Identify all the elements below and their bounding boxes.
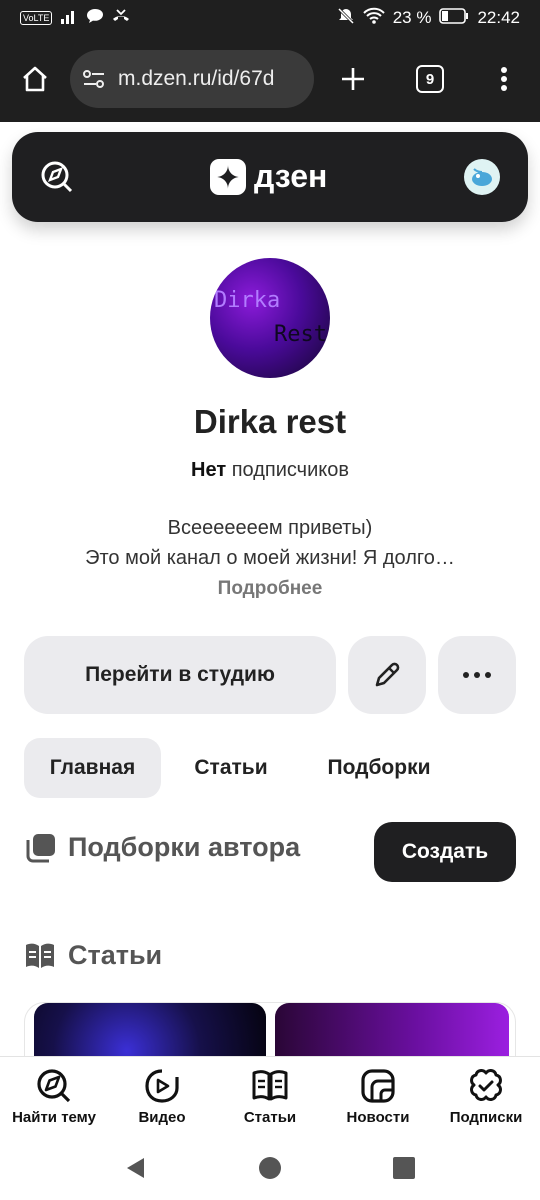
nav-label: Статьи bbox=[243, 1109, 297, 1126]
back-icon[interactable] bbox=[124, 1156, 148, 1180]
nav-news[interactable]: Новости bbox=[324, 1057, 432, 1136]
nav-find-topic[interactable]: Найти тему bbox=[0, 1057, 108, 1136]
more-options-button[interactable] bbox=[438, 636, 516, 714]
description-line-2: Это мой канал о моей жизни! Я долго… bbox=[85, 547, 455, 569]
collections-icon bbox=[24, 833, 56, 863]
channel-description: Всееееееем приветы) Это мой канал о моей… bbox=[40, 513, 500, 573]
search-explore-icon[interactable] bbox=[40, 160, 74, 194]
dzen-logo[interactable]: дзен bbox=[210, 158, 327, 195]
pencil-icon bbox=[371, 659, 403, 691]
bottom-nav: Найти тему Видео Статьи Новости Подписки bbox=[0, 1056, 540, 1136]
nav-video[interactable]: Видео bbox=[108, 1057, 216, 1136]
article-card-image[interactable] bbox=[275, 1003, 509, 1062]
channel-name: Dirka rest bbox=[193, 403, 347, 440]
nav-label: Видео bbox=[138, 1109, 186, 1126]
wifi-icon bbox=[362, 7, 385, 30]
nav-label: Новости bbox=[346, 1109, 410, 1126]
news-icon bbox=[359, 1067, 397, 1105]
site-settings-icon[interactable] bbox=[82, 69, 106, 89]
articles-carousel bbox=[24, 1002, 516, 1062]
nav-subscriptions[interactable]: Подписки bbox=[432, 1057, 540, 1136]
articles-title-text: Статьи bbox=[68, 940, 163, 970]
nav-articles[interactable]: Статьи bbox=[216, 1057, 324, 1136]
address-bar[interactable]: m.dzen.ru/id/67d bbox=[70, 50, 314, 108]
signal-icon bbox=[60, 8, 78, 29]
home-icon[interactable] bbox=[12, 65, 58, 93]
battery-icon bbox=[439, 7, 469, 29]
articles-section-icon bbox=[24, 941, 56, 971]
home-circle-icon[interactable] bbox=[258, 1156, 282, 1180]
logo-text: дзен bbox=[254, 158, 328, 194]
user-avatar[interactable] bbox=[464, 159, 500, 195]
create-button[interactable]: Создать bbox=[374, 822, 516, 882]
tab-main[interactable]: Главная bbox=[24, 738, 161, 798]
edit-button[interactable] bbox=[348, 636, 426, 714]
go-to-studio-button[interactable]: Перейти в студию bbox=[24, 636, 336, 714]
nav-label: Найти тему bbox=[12, 1109, 96, 1126]
tab-articles[interactable]: Статьи bbox=[172, 738, 290, 798]
collections-section-title: Подборки автора bbox=[24, 832, 300, 863]
tabs-button[interactable]: 9 bbox=[416, 65, 444, 93]
subscriptions-icon bbox=[467, 1067, 505, 1105]
clock: 22:42 bbox=[477, 8, 520, 27]
android-nav-bar bbox=[0, 1136, 540, 1200]
articles-icon bbox=[251, 1067, 289, 1105]
more-link[interactable]: Подробнее bbox=[0, 578, 540, 600]
subscriber-count: Нет подписчиков bbox=[0, 459, 540, 482]
nav-label: Подписки bbox=[449, 1109, 523, 1126]
avatar-text-2: Rest bbox=[274, 322, 327, 347]
browser-toolbar: m.dzen.ru/id/67d 9 bbox=[0, 36, 540, 122]
mute-icon bbox=[337, 7, 355, 30]
volte-badge: VoLTE bbox=[20, 11, 53, 25]
avatar-text-1: Dirka bbox=[214, 288, 281, 313]
menu-icon[interactable] bbox=[500, 66, 508, 92]
recents-icon[interactable] bbox=[392, 1156, 416, 1180]
subscriber-count-label: подписчиков bbox=[231, 459, 349, 481]
collections-title-text: Подборки автора bbox=[68, 832, 301, 862]
tab-collections[interactable]: Подборки bbox=[302, 738, 456, 798]
articles-section-title: Статьи bbox=[24, 940, 162, 971]
subscriber-count-bold: Нет bbox=[191, 459, 227, 481]
compass-icon bbox=[35, 1067, 73, 1105]
more-dots-icon bbox=[462, 671, 492, 679]
channel-avatar: Dirka Rest bbox=[210, 258, 330, 378]
video-icon bbox=[143, 1067, 181, 1105]
description-line-1: Всееееееем приветы) bbox=[167, 517, 373, 539]
dzen-logo-icon bbox=[210, 158, 246, 195]
url-text: m.dzen.ru/id/67d bbox=[118, 67, 275, 90]
battery-percent: 23 % bbox=[392, 8, 432, 27]
missed-call-icon bbox=[112, 8, 130, 29]
dzen-header: дзен bbox=[12, 132, 528, 222]
status-bar: VoLTE 23 % 22:42 bbox=[0, 0, 540, 36]
article-card-image[interactable] bbox=[34, 1003, 266, 1062]
new-tab-icon[interactable] bbox=[340, 66, 366, 92]
chat-icon bbox=[86, 8, 104, 29]
